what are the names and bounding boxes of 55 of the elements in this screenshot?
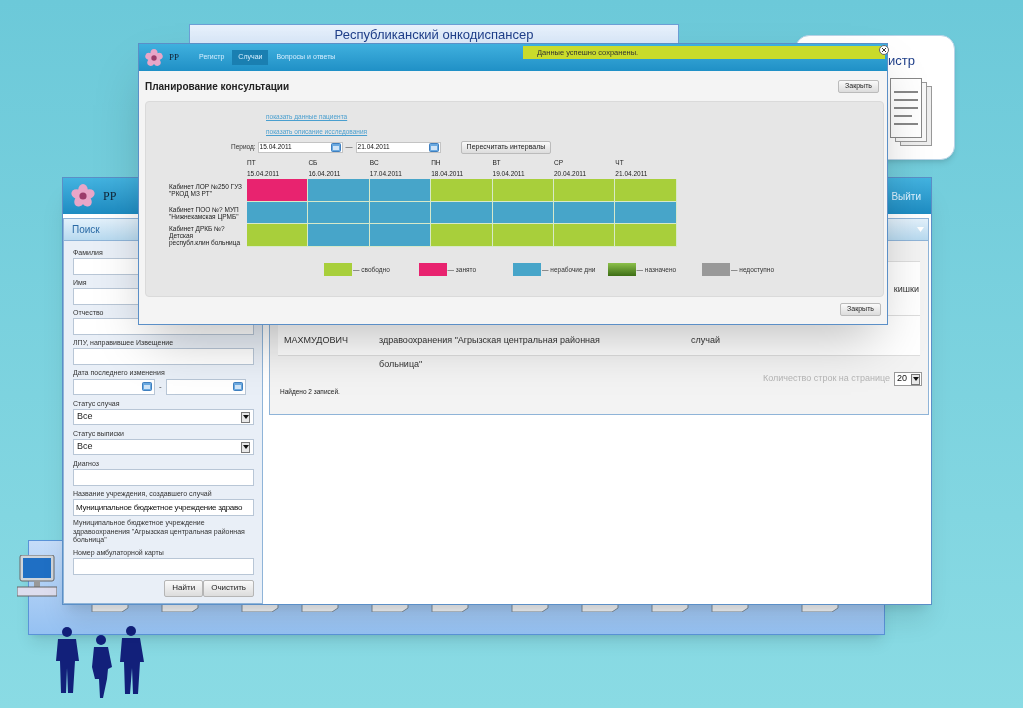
dialog-title: Планирование консультации [145,79,290,94]
close-icon[interactable] [879,45,889,55]
card-title: истр [888,52,915,70]
computer-icon [17,555,57,597]
form-button[interactable]: Очистить [203,579,254,597]
select-field[interactable]: Все [73,409,254,425]
legend-swatch [324,263,352,277]
schedule-slot[interactable] [247,224,309,248]
legend-swatch [418,263,447,277]
calendar-icon[interactable] [142,382,152,391]
schedule-slot[interactable] [308,201,370,225]
select-field[interactable]: Все [73,439,254,455]
schedule-slot[interactable] [492,224,554,248]
flower-logo-icon [145,48,163,67]
schedule-slot[interactable] [615,224,677,248]
schedule-slot[interactable] [308,224,370,248]
table-cell: кишки [893,283,919,294]
flower-logo-icon [71,184,95,208]
schedule-slot[interactable] [247,179,309,202]
schedule-slot[interactable] [615,201,677,225]
calendar-icon[interactable] [232,382,243,391]
calendar-icon[interactable] [330,142,341,152]
text-field[interactable] [73,348,254,365]
table-cell: здравоохранения "Агрызская центральная районная больница" [379,335,600,369]
range-separator: - [159,380,162,393]
schedule-slot[interactable] [615,179,677,202]
schedule-slot[interactable] [492,179,554,202]
document-stack-icon [890,78,932,146]
panel-title: Поиск [72,223,100,237]
text-field[interactable]: Муниципальное бюджетное учреждение здраво [73,499,254,516]
schedule-slot[interactable] [431,201,493,225]
schedule-slot[interactable] [553,224,616,248]
date-field[interactable] [73,378,155,395]
app-logo-text: PP [169,50,179,64]
date-field[interactable] [165,378,246,395]
slide-title: Республиканский онкодиспансер [334,27,534,44]
legend-swatch [607,263,636,277]
legend-swatch [513,263,541,277]
table-cell: МАХМУДОВИЧ [284,335,348,345]
page-size-select[interactable]: 20 [894,372,922,386]
text-field[interactable] [73,557,254,575]
table-cell: случай [691,335,720,345]
schedule-slot[interactable] [431,179,493,202]
schedule-slot[interactable] [553,179,616,202]
schedule-slot[interactable] [369,179,432,202]
schedule-slot[interactable] [308,179,370,202]
schedule-slot[interactable] [247,201,309,225]
schedule-slot[interactable] [369,224,432,248]
collapse-arrow-icon[interactable] [917,227,924,232]
schedule-slot[interactable] [431,224,493,248]
legend-swatch [702,263,730,277]
calendar-icon[interactable] [428,142,439,152]
form-button[interactable]: Найти [164,579,204,597]
app-logo-text: PP [103,188,117,205]
text-field[interactable] [73,469,254,486]
